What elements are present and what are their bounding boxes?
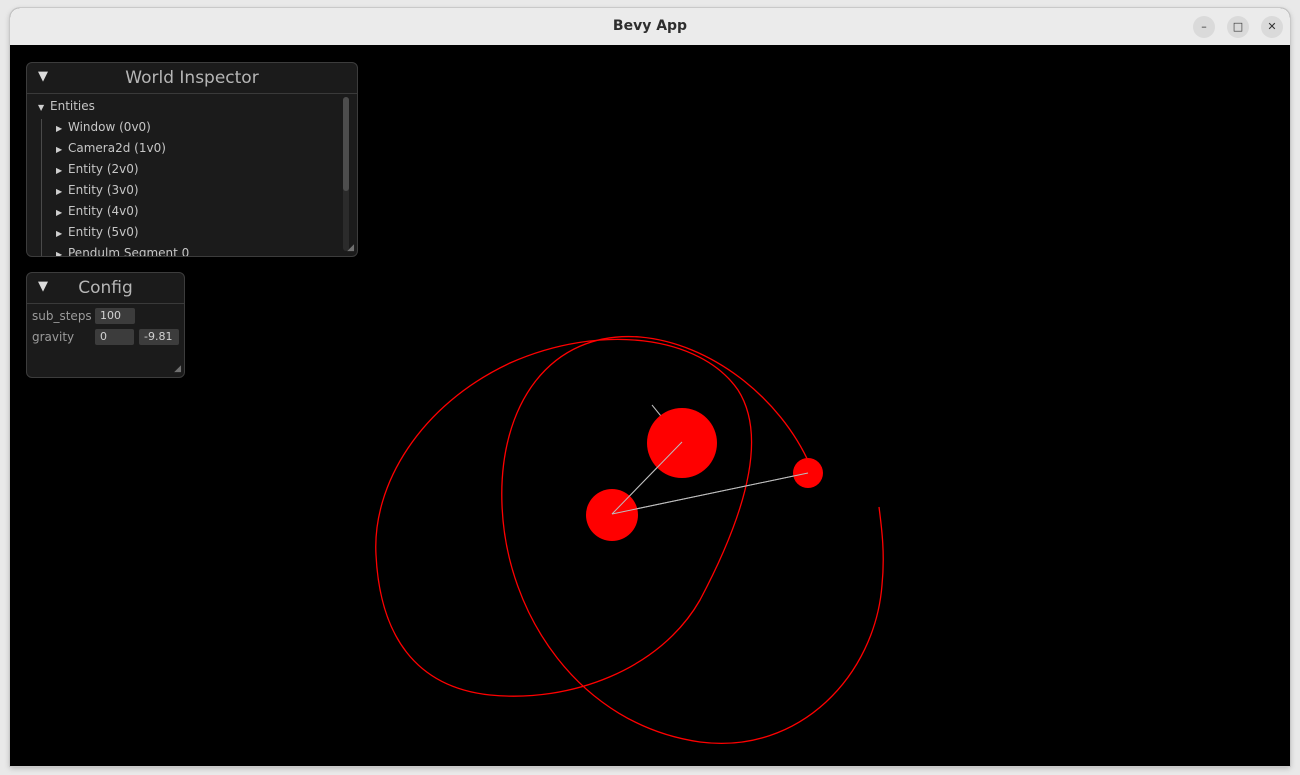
entity-label: Window (0v0)	[68, 120, 151, 134]
entity-row[interactable]: ▶ Entity (4v0)	[56, 204, 139, 218]
maximize-icon: □	[1232, 20, 1244, 33]
tree-guide-line	[41, 119, 42, 256]
scrollbar-thumb[interactable]	[343, 97, 349, 191]
expand-right-icon: ▶	[56, 208, 63, 217]
entities-tree-root[interactable]: ▼ Entities	[38, 99, 95, 113]
entity-label: Entity (3v0)	[68, 183, 139, 197]
gravity-label: gravity	[32, 330, 75, 344]
expand-right-icon: ▶	[56, 166, 63, 175]
entity-row[interactable]: ▶ Window (0v0)	[56, 120, 151, 134]
sub-steps-label: sub_steps	[32, 309, 92, 323]
rod-overlay-1	[611, 441, 683, 515]
window-title: Bevy App	[612, 18, 688, 34]
entity-row[interactable]: ▶ Entity (2v0)	[56, 162, 139, 176]
world-inspector-panel: ▼ World Inspector ▼ Entities ▶ Window (0v0…	[26, 62, 358, 257]
entity-row[interactable]: ▶ Camera2d (1v0)	[56, 141, 166, 155]
maximize-button[interactable]: □	[1227, 16, 1249, 38]
world-inspector-title: World Inspector	[125, 68, 259, 88]
scrollbar[interactable]	[343, 97, 349, 251]
world-inspector-header[interactable]: ▼ World Inspector	[27, 63, 357, 94]
close-icon: ✕	[1267, 20, 1277, 33]
trail-loop-left	[375, 338, 753, 697]
expand-right-icon: ▶	[56, 229, 63, 238]
app-window: Bevy App – □ ✕ ▼ World Inspector ▼ Entit…	[10, 8, 1290, 766]
entity-label: Camera2d (1v0)	[68, 141, 166, 155]
entity-row[interactable]: ▶ Entity (5v0)	[56, 225, 139, 239]
gravity-x-input[interactable]: 0	[95, 329, 134, 345]
title-bar[interactable]: Bevy App – □ ✕	[10, 8, 1290, 46]
entity-row[interactable]: ▶ Entity (3v0)	[56, 183, 139, 197]
minimize-button[interactable]: –	[1193, 16, 1215, 38]
entity-row[interactable]: ▶ Pendulm Segment 0	[56, 246, 190, 257]
resize-grip-icon[interactable]: ◢	[171, 364, 181, 374]
close-button[interactable]: ✕	[1261, 16, 1283, 38]
rod-overlay-2	[611, 472, 809, 515]
minimize-icon: –	[1201, 20, 1207, 33]
pendulum-bob-medium	[586, 489, 638, 541]
trail-loop-right	[501, 335, 884, 744]
config-panel: ▼ Config sub_steps 100 gravity 0 -9.81 ◢	[26, 272, 185, 378]
expand-right-icon: ▶	[56, 124, 63, 133]
expand-right-icon: ▶	[56, 250, 63, 257]
config-title: Config	[78, 278, 133, 298]
expand-right-icon: ▶	[56, 187, 63, 196]
config-header[interactable]: ▼ Config	[27, 273, 184, 304]
entities-label: Entities	[50, 99, 95, 113]
expand-right-icon: ▶	[56, 145, 63, 154]
expand-down-icon: ▼	[38, 103, 45, 112]
entity-label: Entity (4v0)	[68, 204, 139, 218]
entity-label: Pendulm Segment 0	[68, 246, 190, 257]
gravity-y-input[interactable]: -9.81	[139, 329, 179, 345]
resize-grip-icon[interactable]: ◢	[344, 243, 354, 253]
game-viewport[interactable]: ▼ World Inspector ▼ Entities ▶ Window (0v0…	[10, 45, 1290, 766]
entity-label: Entity (5v0)	[68, 225, 139, 239]
entity-label: Entity (2v0)	[68, 162, 139, 176]
sub-steps-input[interactable]: 100	[95, 308, 135, 324]
